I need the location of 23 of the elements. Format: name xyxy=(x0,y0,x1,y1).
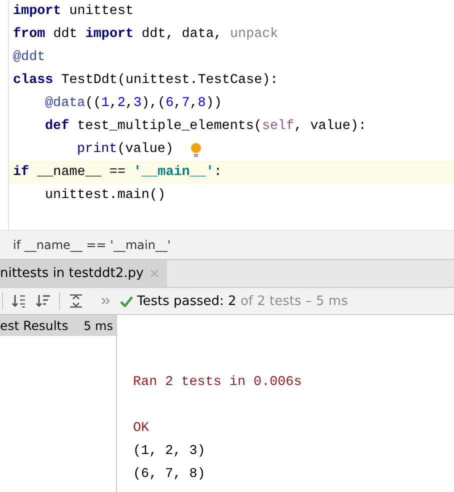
code-line: print(value) xyxy=(76,141,174,159)
sort-alphabetically-icon[interactable] xyxy=(11,293,27,309)
code-line: @ddt xyxy=(13,49,46,67)
console-line: Ran 2 tests in 0.006s xyxy=(133,374,303,392)
tree-row[interactable]: est Results 5 ms xyxy=(0,315,116,336)
console-line: OK xyxy=(133,420,150,438)
lightbulb-icon[interactable] xyxy=(191,142,202,156)
code-line: if __name__ == '__main__': xyxy=(13,164,222,182)
code-line: def test_multiple_elements(self, value): xyxy=(44,118,366,136)
code-line: unittest.main() xyxy=(44,187,166,205)
test-status: Tests passed: 2 of 2 tests – 5 ms xyxy=(120,294,348,308)
breadcrumb[interactable]: if __name__ == '__main__' xyxy=(13,238,171,252)
double-chevron-icon[interactable] xyxy=(100,296,112,306)
code-line: from ddt import ddt, data, unpack xyxy=(13,26,278,44)
run-tab[interactable]: nittests in testddt2.py xyxy=(0,260,167,287)
console-line: (1, 2, 3) xyxy=(133,443,206,461)
expand-all-icon[interactable] xyxy=(68,293,84,309)
check-icon xyxy=(120,296,133,306)
code-line: class TestDdt(unittest.TestCase): xyxy=(13,72,278,90)
console-line: (6, 7, 8) xyxy=(133,466,206,484)
code-line: @data((1,2,3),(6,7,8)) xyxy=(44,95,222,113)
sort-by-duration-icon[interactable] xyxy=(35,293,51,309)
code-line: import unittest xyxy=(13,3,134,21)
